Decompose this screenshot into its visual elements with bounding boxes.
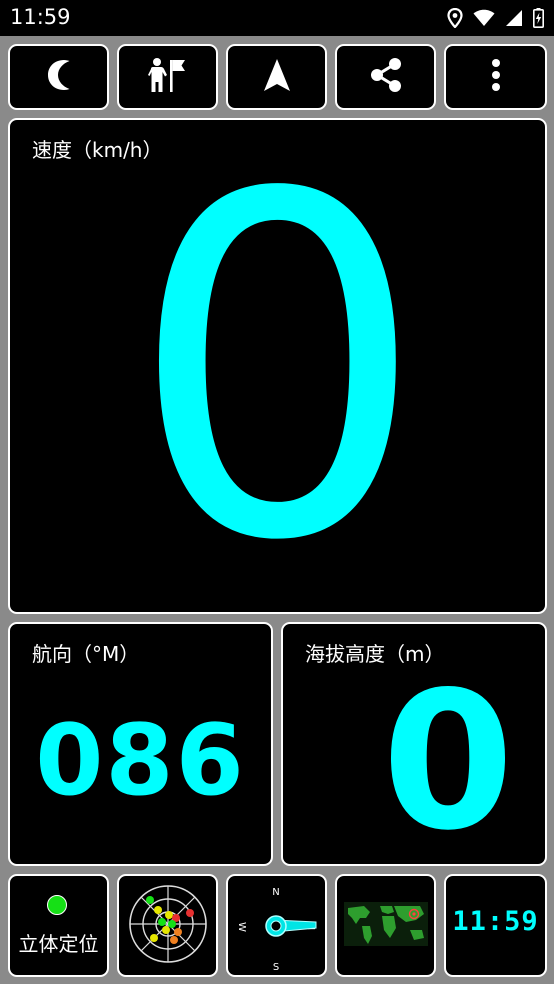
status-time: 11:59 (10, 5, 71, 29)
night-mode-button[interactable] (8, 44, 109, 110)
navigation-arrow-icon (263, 58, 291, 96)
status-icons (447, 7, 544, 29)
more-button[interactable] (444, 44, 547, 110)
world-map-icon (343, 901, 428, 950)
compass-icon: N S W E (236, 887, 318, 973)
moon-icon (44, 58, 74, 96)
more-vert-icon (491, 58, 501, 96)
share-icon (369, 57, 403, 97)
satellite-radar-icon (126, 882, 210, 970)
speed-value: 0 (127, 96, 428, 643)
person-flag-icon (147, 57, 188, 97)
compass-south: S (273, 962, 279, 973)
heading-label: 航向（°M） (32, 642, 140, 666)
world-map-tile[interactable] (335, 874, 436, 977)
battery-charging-icon (533, 8, 544, 28)
compass-west: W (236, 922, 247, 932)
heading-panel[interactable]: 航向（°M） 086 (8, 622, 273, 866)
gps-status-label: 立体定位 (18, 932, 99, 956)
satellite-view-tile[interactable] (117, 874, 218, 977)
signal-icon (505, 9, 523, 27)
status-bar: 11:59 (0, 0, 554, 36)
altitude-value: 0 (381, 651, 515, 872)
clock-time: 11:59 (452, 906, 539, 937)
altitude-panel[interactable]: 海拔高度（m） 0 (281, 622, 547, 866)
heading-value: 086 (35, 704, 246, 818)
wifi-icon (473, 9, 495, 27)
app-root: 11:59 速度（km/h） 0 航向（°M） 086 海拔高度（m） 0 立体… (0, 0, 554, 984)
clock-tile[interactable]: 11:59 (444, 874, 547, 977)
gps-status-tile[interactable]: 立体定位 (8, 874, 109, 977)
compass-tile[interactable]: N S W E (226, 874, 327, 977)
gps-status-indicator (47, 895, 67, 915)
location-icon (447, 8, 463, 28)
speed-panel[interactable]: 速度（km/h） 0 (8, 118, 547, 614)
compass-north: N (272, 887, 279, 898)
